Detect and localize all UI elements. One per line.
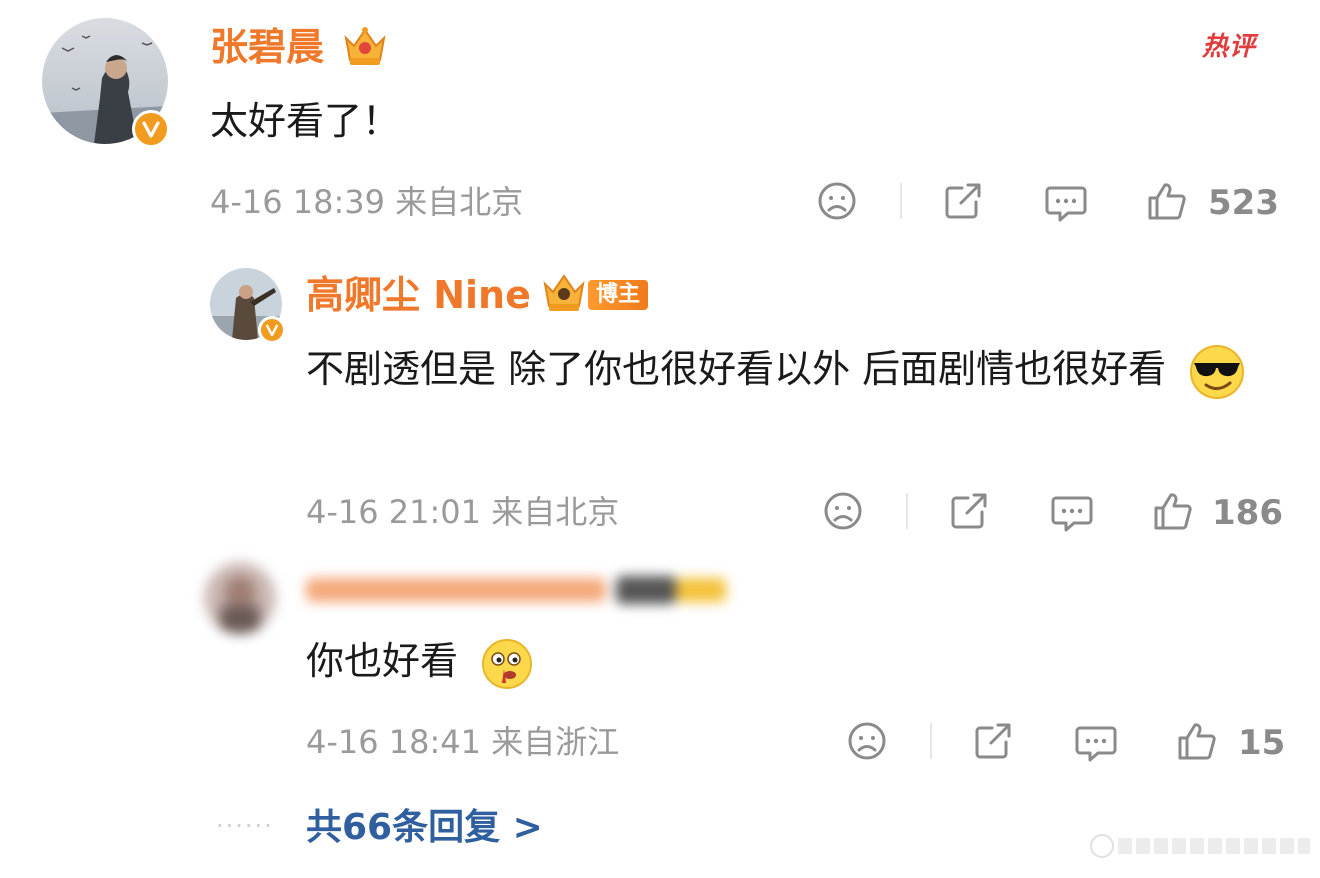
reply-2-text: 你也好看 xyxy=(306,630,534,692)
hot-comment-tag: 热评 xyxy=(1202,32,1257,62)
dislike-icon[interactable] xyxy=(846,720,888,762)
like-icon[interactable] xyxy=(1146,180,1188,222)
main-comment-meta: 4-16 18:39 来自北京 xyxy=(210,183,524,221)
share-icon[interactable] xyxy=(942,180,984,222)
nosebleed-face-icon xyxy=(480,637,534,691)
reply-2-text-content: 你也好看 xyxy=(306,639,459,683)
main-username[interactable]: 张碧晨 xyxy=(210,28,324,66)
like-count: 186 xyxy=(1212,493,1283,533)
like-count: 523 xyxy=(1208,183,1279,223)
reply-2-meta: 4-16 18:41 来自浙江 xyxy=(306,723,620,761)
reply-icon[interactable] xyxy=(1074,722,1118,764)
reply-icon[interactable] xyxy=(1050,492,1094,534)
dislike-icon[interactable] xyxy=(816,180,858,222)
verified-badge-icon xyxy=(258,316,286,344)
action-divider xyxy=(906,493,908,529)
reply-1-username[interactable]: 高卿尘 Nine xyxy=(306,276,531,314)
reply-1-text: 不剧透但是 除了你也很好看以外 后面剧情也很好看 xyxy=(306,338,1286,401)
watermark xyxy=(1090,828,1310,864)
avatar-reply-2-image xyxy=(204,562,276,634)
more-replies-link[interactable]: 共66条回复 > xyxy=(306,810,543,846)
reply-1-text-content: 不剧透但是 除了你也很好看以外 后面剧情也很好看 xyxy=(306,347,1167,391)
sunglasses-smile-icon xyxy=(1188,343,1246,401)
like-icon[interactable] xyxy=(1176,720,1218,762)
like-count: 15 xyxy=(1238,723,1286,763)
action-divider xyxy=(930,723,932,759)
crown-member-icon xyxy=(540,270,588,314)
blogger-badge: 博主 xyxy=(588,280,649,310)
like-icon[interactable] xyxy=(1152,490,1194,532)
main-comment-text: 太好看了！ xyxy=(210,99,401,143)
reply-2-username-redacted[interactable] xyxy=(306,574,726,606)
action-divider xyxy=(900,183,902,219)
dislike-icon[interactable] xyxy=(822,490,864,532)
share-icon[interactable] xyxy=(948,490,990,532)
reply-1-meta: 4-16 21:01 来自北京 xyxy=(306,493,620,531)
avatar-reply-2[interactable] xyxy=(204,562,276,634)
share-icon[interactable] xyxy=(972,720,1014,762)
verified-badge-icon xyxy=(132,110,170,148)
more-replies-dots: ······ xyxy=(216,812,274,840)
crown-member-icon xyxy=(342,24,388,68)
reply-icon[interactable] xyxy=(1044,182,1088,224)
